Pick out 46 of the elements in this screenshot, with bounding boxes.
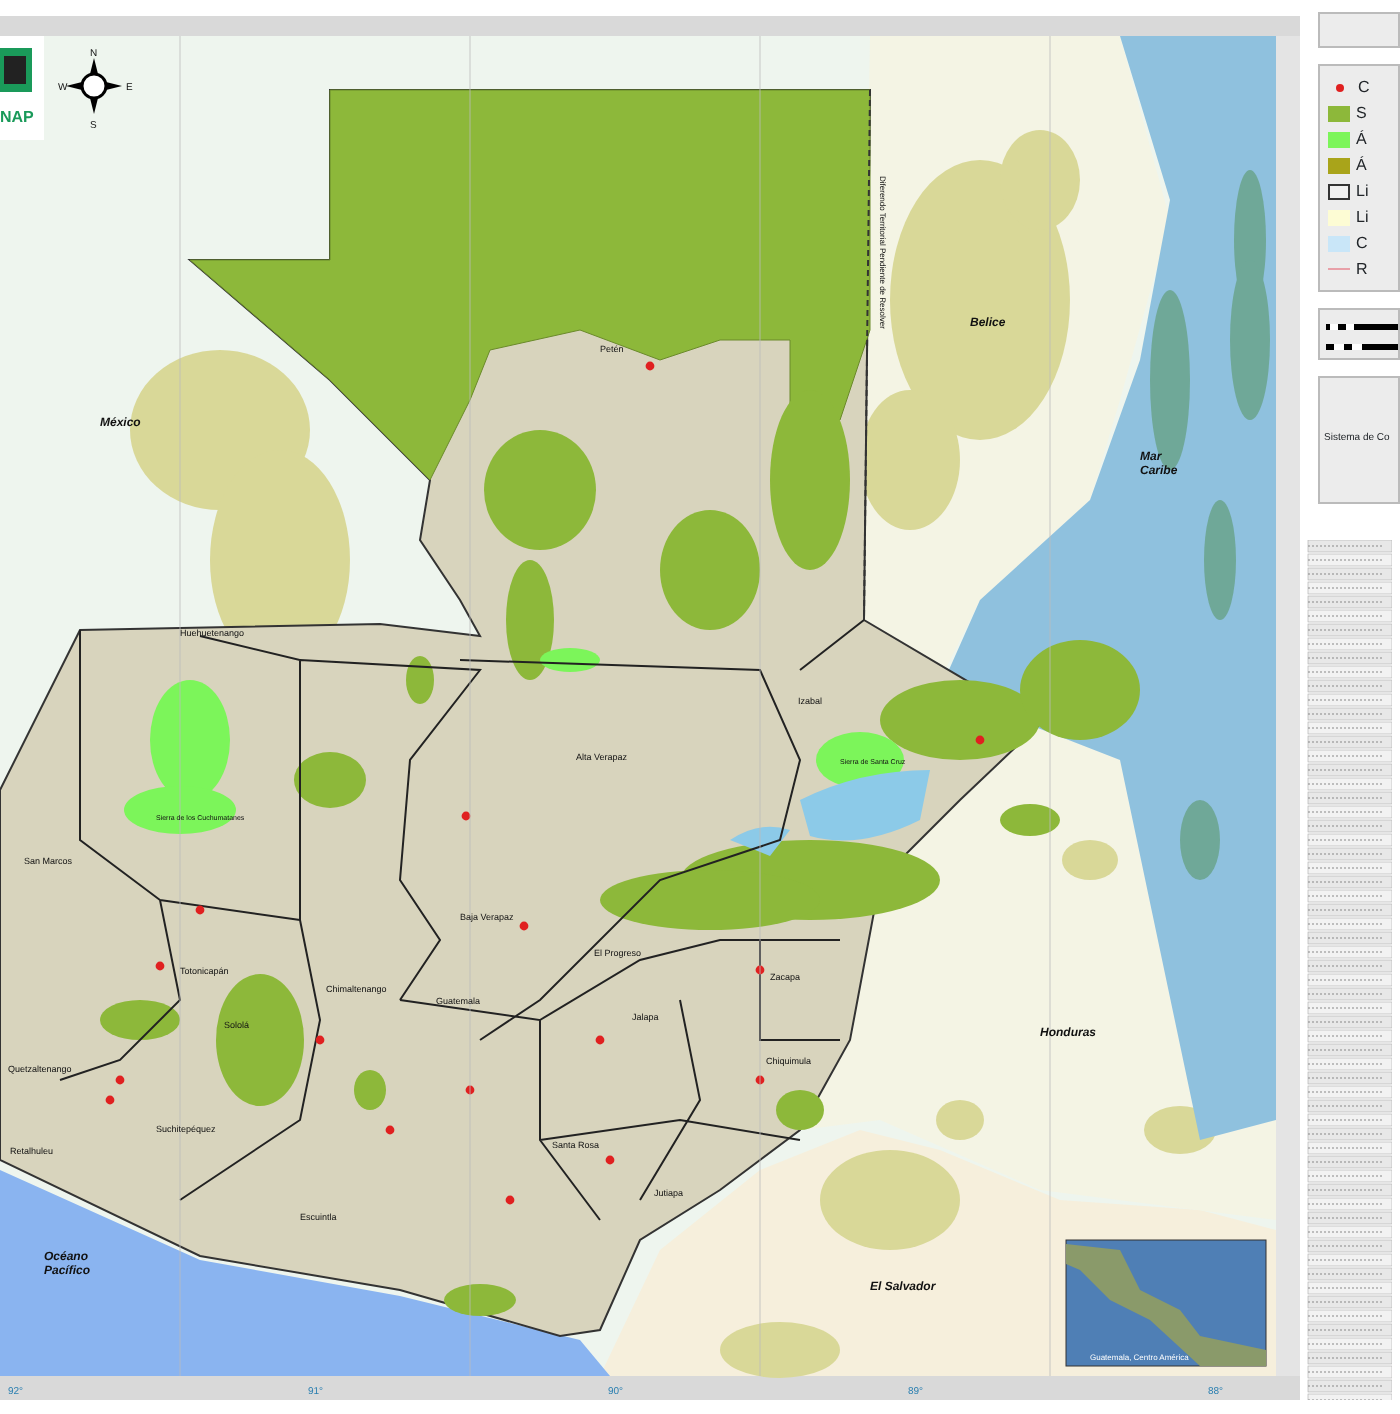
reef-area bbox=[1204, 500, 1236, 620]
land-patch bbox=[820, 1150, 960, 1250]
city-marker bbox=[975, 735, 985, 745]
legend-label: Á bbox=[1356, 127, 1367, 151]
city-marker bbox=[115, 1075, 125, 1085]
legend-label: C bbox=[1358, 75, 1370, 99]
city-marker bbox=[595, 1035, 605, 1045]
land-patch bbox=[720, 1322, 840, 1378]
protected-area bbox=[444, 1284, 516, 1316]
protected-area bbox=[354, 1070, 386, 1110]
city-marker bbox=[755, 1075, 765, 1085]
reef-area bbox=[1180, 800, 1220, 880]
city-marker bbox=[755, 965, 765, 975]
legend-label: Li bbox=[1356, 179, 1369, 203]
city-marker bbox=[155, 961, 165, 971]
logo-emblem-icon bbox=[0, 48, 32, 92]
city-marker bbox=[105, 1095, 115, 1105]
title-panel bbox=[1318, 12, 1400, 48]
legend-label: Á bbox=[1356, 153, 1367, 177]
logo-text: NAP bbox=[0, 108, 34, 126]
protected-area bbox=[294, 752, 366, 808]
city-marker bbox=[461, 811, 471, 821]
city-marker bbox=[315, 1035, 325, 1045]
protected-area bbox=[1020, 640, 1140, 740]
protected-area bbox=[216, 974, 304, 1106]
protected-area bbox=[660, 510, 760, 630]
highland-reserve-area bbox=[540, 648, 600, 672]
legend-label: C bbox=[1356, 231, 1368, 255]
city-marker bbox=[465, 1085, 475, 1095]
protected-area bbox=[406, 656, 434, 704]
city-marker bbox=[605, 1155, 615, 1165]
protected-area bbox=[100, 1000, 180, 1040]
protected-area bbox=[506, 560, 554, 680]
city-marker bbox=[519, 921, 529, 931]
city-marker bbox=[195, 905, 205, 915]
legend-label: Li bbox=[1356, 205, 1369, 229]
legend-label: S bbox=[1356, 101, 1367, 125]
legend-label: R bbox=[1356, 257, 1368, 281]
land-patch bbox=[936, 1100, 984, 1140]
protected-area bbox=[776, 1090, 824, 1130]
city-marker bbox=[645, 361, 655, 371]
compass-icon bbox=[66, 58, 122, 114]
land-patch bbox=[1062, 840, 1118, 880]
city-marker bbox=[505, 1195, 515, 1205]
protected-area bbox=[1000, 804, 1060, 836]
city-marker bbox=[385, 1125, 395, 1135]
